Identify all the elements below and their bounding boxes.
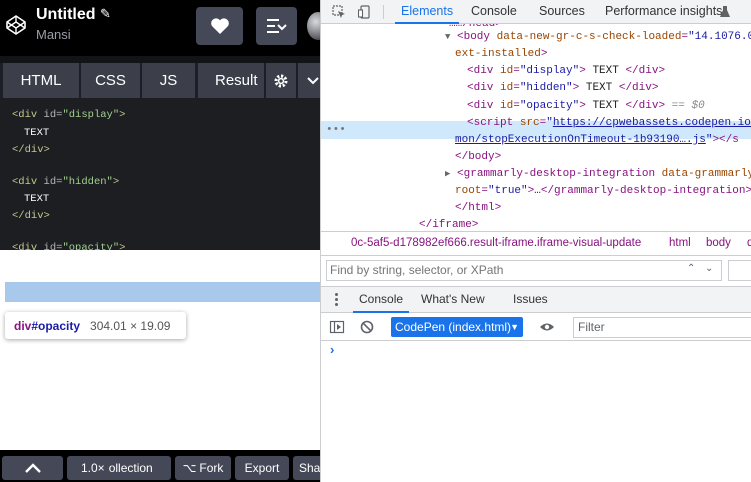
dom-line: </html> xyxy=(455,202,502,214)
dom-line: root="true">…</grammarly-desktop-integra… xyxy=(455,185,751,197)
codepen-footer: 1.0× ollection ⌥ Fork Export Sha xyxy=(0,450,320,482)
dom-search-input[interactable]: Find by string, selector, or XPath xyxy=(326,260,722,281)
collapse-button[interactable] xyxy=(298,63,320,98)
zoom-collection-button[interactable]: 1.0× ollection xyxy=(67,456,171,480)
clear-console-icon[interactable] xyxy=(359,319,375,335)
search-cancel-button[interactable] xyxy=(728,260,751,281)
tab-html[interactable]: HTML xyxy=(3,63,81,98)
dom-line: </iframe> xyxy=(419,219,479,231)
codepen-pane: Untitled ✎ Mansi HTML CSS JS Result <div… xyxy=(0,0,320,482)
breadcrumb-html[interactable]: html xyxy=(669,232,691,255)
pen-title[interactable]: Untitled xyxy=(36,5,96,25)
user-avatar[interactable] xyxy=(307,12,320,40)
like-button[interactable] xyxy=(196,7,243,45)
settings-button[interactable] xyxy=(266,63,296,98)
heart-icon xyxy=(210,18,229,34)
tab-console[interactable]: Console xyxy=(471,0,517,24)
html-code-editor[interactable]: <div id="display"> TEXT </div> <div id="… xyxy=(0,98,320,250)
fork-button[interactable]: ⌥ Fork xyxy=(175,456,231,480)
dom-node-script[interactable]: <script src="https://cpwebassets.codepen… xyxy=(467,115,751,132)
codepen-header: Untitled ✎ Mansi xyxy=(0,0,320,56)
edit-title-pencil-icon[interactable]: ✎ xyxy=(100,6,111,22)
dom-search-row: Find by string, selector, or XPath ⌃ ⌄ xyxy=(321,256,751,284)
drawer-tab-whats-new[interactable]: What's New xyxy=(421,287,485,313)
devtools-toolbar: Elements Console Sources Performance ins… xyxy=(321,0,751,24)
code-line: </div> xyxy=(12,210,50,222)
dom-node-opacity[interactable]: <div id="opacity"> TEXT </div> == $0 xyxy=(467,98,705,115)
code-line: TEXT xyxy=(24,127,50,139)
dom-line: ext-installed> xyxy=(455,48,548,60)
tab-result[interactable]: Result xyxy=(198,63,266,98)
breadcrumb-current[interactable]: 0c-5af5-d178982ef666.result-iframe.ifram… xyxy=(351,232,641,255)
breadcrumb-body[interactable]: body xyxy=(706,232,731,255)
dom-node-hidden[interactable]: <div id="hidden"> TEXT </div> xyxy=(467,80,658,97)
pen-author[interactable]: Mansi xyxy=(36,27,71,42)
fork-label: Fork xyxy=(199,461,224,475)
dom-line: </body> xyxy=(455,151,502,163)
tab-performance-insights[interactable]: Performance insights xyxy=(605,0,722,24)
context-select[interactable]: CodePen (index.html) ▼ xyxy=(391,317,523,337)
collection-label: ollection xyxy=(108,461,153,475)
flask-icon xyxy=(720,6,730,17)
export-button[interactable]: Export xyxy=(235,456,289,480)
editor-tabs: HTML CSS JS Result xyxy=(0,63,320,98)
drawer-tabs: Console What's New Issues xyxy=(321,286,751,313)
node-actions-icon[interactable]: ••• xyxy=(326,121,346,139)
layout-icon xyxy=(266,19,287,33)
context-select-value: CodePen (index.html) xyxy=(395,320,512,334)
share-button[interactable]: Sha xyxy=(293,456,320,480)
sidebar-toggle-icon[interactable] xyxy=(329,319,345,335)
fork-icon: ⌥ xyxy=(182,461,197,475)
search-next-icon[interactable]: ⌄ xyxy=(705,263,713,274)
element-inspect-tooltip: div #opacity 304.01 × 19.09 xyxy=(5,312,186,339)
drawer-tab-issues[interactable]: Issues xyxy=(513,287,548,313)
console-prompt-icon[interactable]: › xyxy=(330,342,334,357)
expand-button[interactable] xyxy=(2,456,63,480)
inspect-element-icon[interactable] xyxy=(330,3,348,21)
screen: Untitled ✎ Mansi HTML CSS JS Result <div… xyxy=(0,0,751,482)
change-view-button[interactable] xyxy=(256,7,297,45)
result-preview[interactable] xyxy=(0,250,320,450)
code-line: TEXT xyxy=(24,193,50,205)
code-line: <div id="display"> xyxy=(12,109,126,121)
drawer-menu-icon[interactable] xyxy=(335,293,339,307)
zoom-level[interactable]: 1.0× xyxy=(81,461,105,475)
tab-js[interactable]: JS xyxy=(142,63,197,98)
code-line: <div id="hidden"> xyxy=(12,176,120,188)
toolbar-divider xyxy=(383,5,384,19)
tab-sources[interactable]: Sources xyxy=(539,0,585,24)
console-filter-input[interactable]: Filter xyxy=(573,317,751,338)
dom-line: mon/stopExecutionOnTimeout-1b93190….js">… xyxy=(455,134,739,146)
dom-node-grammarly[interactable]: ▶ <grammarly-desktop-integration data-gr… xyxy=(445,166,751,183)
dom-node-display[interactable]: <div id="display"> TEXT </div> xyxy=(467,63,665,80)
dom-line-body[interactable]: ▼ <body data-new-gr-c-s-check-loaded="14… xyxy=(445,29,751,46)
element-highlight-overlay xyxy=(5,282,320,302)
search-prev-icon[interactable]: ⌃ xyxy=(687,263,695,274)
dropdown-arrow-icon: ▼ xyxy=(510,322,519,332)
live-expression-eye-icon[interactable] xyxy=(539,319,555,335)
device-toggle-icon[interactable] xyxy=(356,3,374,21)
chevron-down-icon xyxy=(307,76,319,84)
tab-elements[interactable]: Elements xyxy=(395,0,460,24)
dom-tree[interactable]: ••• ……/head> ▼ <body data-new-gr-c-s-che… xyxy=(321,24,751,231)
breadcrumb-div[interactable]: d xyxy=(747,232,751,255)
gear-icon xyxy=(274,74,288,87)
code-line: <div id="opacity"> xyxy=(12,242,126,250)
chevron-up-icon xyxy=(24,463,41,473)
console-toolbar: CodePen (index.html) ▼ Filter xyxy=(321,313,751,341)
drawer-tab-console[interactable]: Console xyxy=(353,287,410,313)
breadcrumb: 0c-5af5-d178982ef666.result-iframe.ifram… xyxy=(321,231,751,256)
codepen-logo-icon[interactable] xyxy=(5,14,27,36)
tab-css[interactable]: CSS xyxy=(81,63,142,98)
devtools-pane: Elements Console Sources Performance ins… xyxy=(320,0,751,482)
code-line: </div> xyxy=(12,144,50,156)
